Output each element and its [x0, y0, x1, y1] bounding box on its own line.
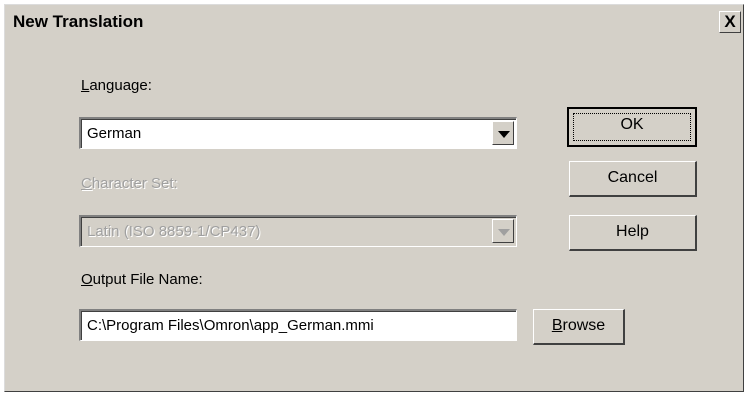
character-set-label: Character Set: [81, 175, 178, 192]
help-button-label: Help [616, 223, 649, 240]
language-combobox[interactable]: German [79, 117, 517, 149]
character-set-combobox: Latin (ISO 8859-1/CP437) [79, 215, 517, 247]
language-value: German [87, 125, 142, 142]
output-file-label-text: Output File Name: [81, 271, 203, 288]
title-bar: New Translation X [5, 5, 743, 39]
browse-button-label: Browse [551, 317, 606, 334]
chevron-down-icon [498, 131, 510, 138]
close-icon: X [724, 12, 736, 31]
character-set-value: Latin (ISO 8859-1/CP437) [87, 223, 261, 240]
character-set-label-text: Character Set: [81, 175, 178, 192]
output-file-label: Output File Name: [81, 271, 203, 288]
character-set-dropdown-button [492, 219, 514, 243]
output-file-input[interactable]: C:\Program Files\Omron\app_German.mmi [79, 309, 517, 341]
language-label: Language: [81, 77, 152, 94]
output-file-value: C:\Program Files\Omron\app_German.mmi [87, 317, 374, 334]
new-translation-dialog: New Translation X Language: German Chara… [4, 4, 744, 392]
ok-button-label: OK [620, 116, 644, 133]
cancel-button-label: Cancel [607, 169, 658, 186]
language-label-text: Language: [81, 77, 152, 94]
close-button[interactable]: X [719, 11, 741, 33]
browse-button[interactable]: Browse [533, 309, 625, 345]
ok-button[interactable]: OK [567, 107, 697, 147]
help-button[interactable]: Help [569, 215, 697, 251]
cancel-button[interactable]: Cancel [569, 161, 697, 197]
dialog-title: New Translation [13, 12, 144, 31]
language-dropdown-button[interactable] [492, 121, 514, 145]
chevron-down-icon [498, 229, 510, 236]
